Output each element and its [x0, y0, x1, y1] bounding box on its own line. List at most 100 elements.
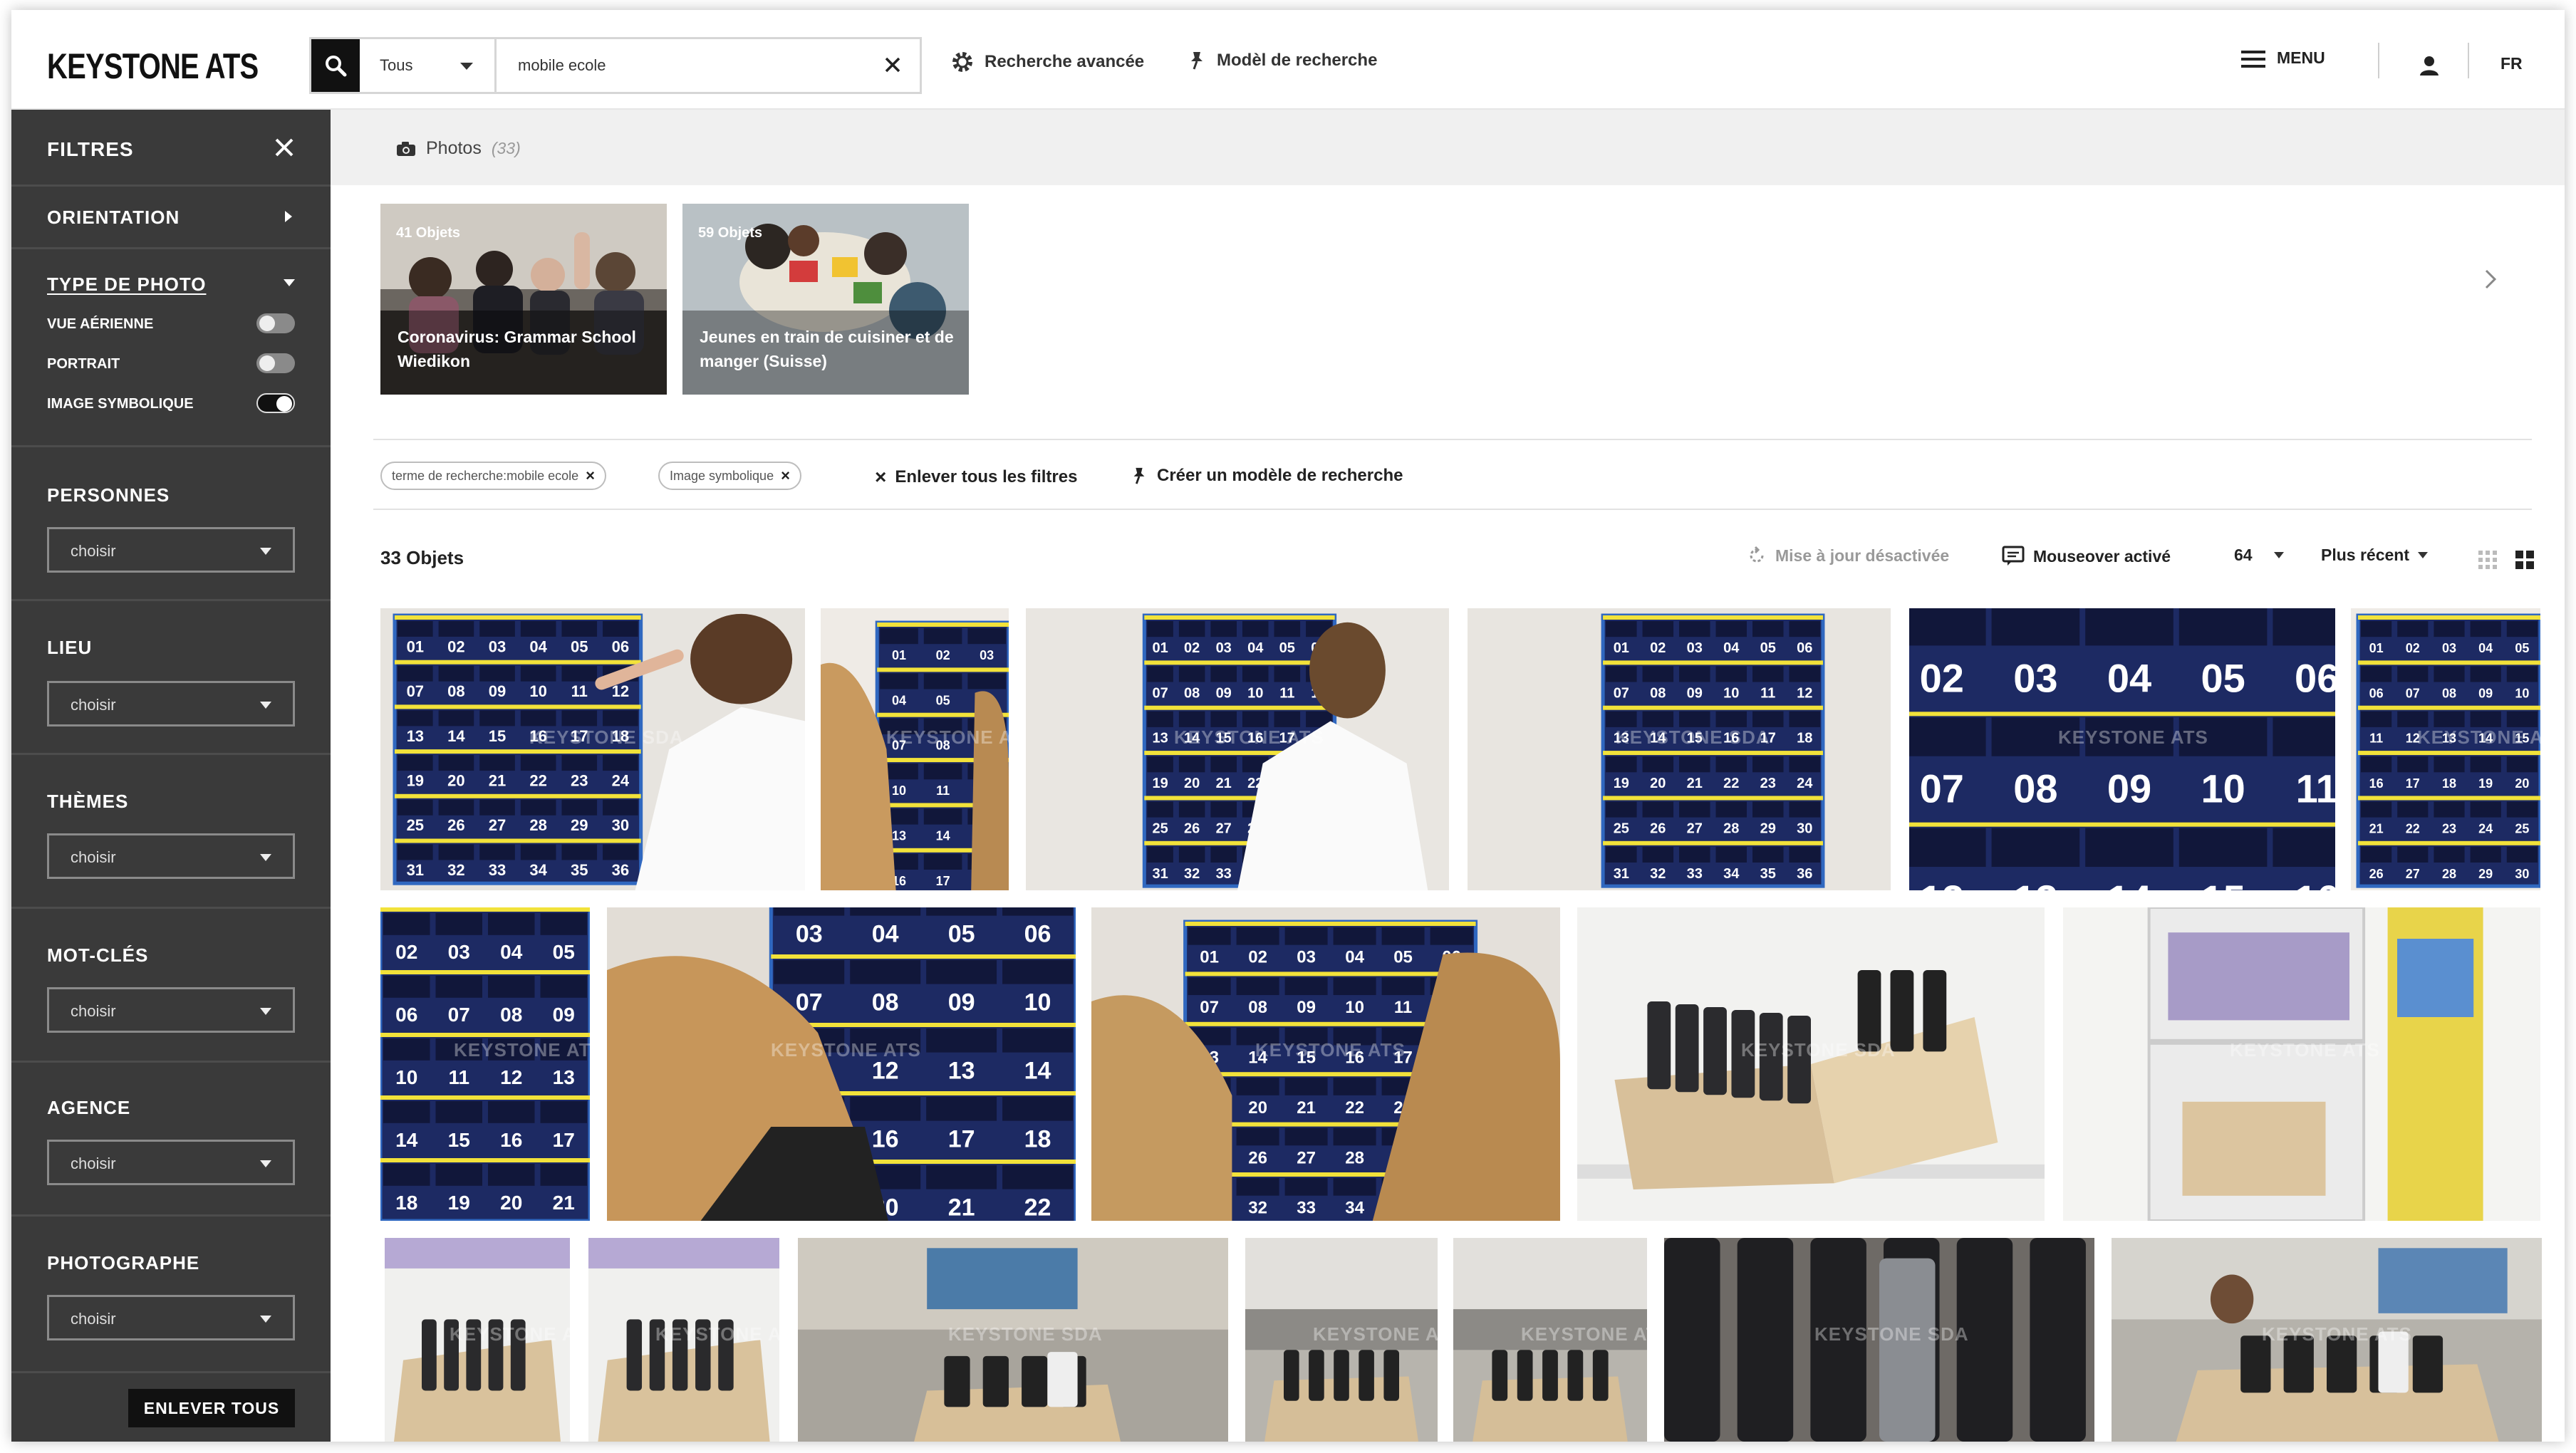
svg-text:06: 06 — [395, 1004, 417, 1026]
language-switch[interactable]: FR — [2500, 54, 2523, 73]
chevron-down-icon — [460, 63, 473, 70]
keywords-select[interactable]: choisir — [47, 987, 295, 1033]
svg-text:04: 04 — [500, 941, 523, 963]
toggle-aerial-view[interactable]: VUE AÉRIENNE — [47, 311, 295, 339]
search-input[interactable]: mobile ecole — [518, 56, 606, 75]
photographer-select[interactable]: choisir — [47, 1295, 295, 1340]
svg-text:22: 22 — [1723, 776, 1739, 791]
photos-tab[interactable]: Photos (33) — [396, 138, 521, 159]
result-thumbnail[interactable]: KEYSTONE ATS — [1245, 1238, 1438, 1442]
watermark: KEYSTONE ATS — [2058, 726, 2208, 748]
section-divider — [373, 509, 2532, 510]
search-bar: Tous mobile ecole — [309, 37, 922, 94]
result-thumbnail[interactable]: KEYSTONE SDA — [798, 1238, 1228, 1442]
result-thumbnail[interactable]: KEYSTONE ATS — [588, 1238, 779, 1442]
agency-select[interactable]: choisir — [47, 1140, 295, 1185]
result-thumbnail[interactable]: 0102030405060708091011121314151617181920… — [1468, 608, 1891, 890]
remove-all-button[interactable]: ENLEVER TOUS — [128, 1389, 295, 1427]
result-thumbnail[interactable]: KEYSTONE SDA — [1577, 907, 2045, 1221]
svg-text:04: 04 — [1723, 640, 1740, 656]
grid-large-icon[interactable] — [2515, 550, 2535, 570]
menu-button[interactable]: MENU — [2241, 48, 2325, 70]
create-template-label: Créer un modèle de recherche — [1157, 466, 1403, 485]
svg-text:08: 08 — [1184, 685, 1200, 701]
svg-text:04: 04 — [2478, 641, 2493, 655]
watermark: KEYSTONE ATS — [771, 1039, 921, 1061]
per-page-select[interactable]: 64 — [2234, 546, 2284, 565]
svg-text:24: 24 — [1797, 776, 1813, 791]
toggle-portrait[interactable]: PORTRAIT — [47, 350, 295, 379]
svg-text:20: 20 — [1248, 1098, 1267, 1118]
search-button[interactable] — [311, 39, 360, 92]
toggle-switch[interactable] — [256, 353, 295, 373]
svg-text:05: 05 — [571, 637, 588, 655]
search-scope-select[interactable]: Tous — [360, 39, 497, 92]
story-card[interactable]: 41 Objets Coronavirus: Grammar School Wi… — [380, 204, 667, 395]
user-icon[interactable] — [2418, 54, 2441, 77]
keystone-logo[interactable]: KEYSTONE ATS — [47, 46, 259, 87]
svg-text:21: 21 — [2369, 821, 2384, 835]
svg-text:29: 29 — [1760, 821, 1776, 836]
svg-text:07: 07 — [1152, 685, 1168, 701]
result-thumbnail[interactable]: 0102030405060708091011121314151617181920… — [1026, 608, 1449, 890]
svg-text:02: 02 — [2406, 641, 2420, 655]
svg-text:33: 33 — [1687, 866, 1703, 882]
close-icon[interactable] — [272, 135, 296, 160]
chevron-down-icon — [2273, 552, 2284, 558]
result-thumbnail[interactable]: 02 03 04 05 06 07 08 09 10 11 12 13 14 15 16 KEYSTONE A… — [1909, 608, 2335, 890]
svg-text:07: 07 — [1614, 685, 1629, 701]
result-thumbnail[interactable]: 0304050607080910111213141516171819202122… — [607, 907, 1076, 1221]
svg-text:02: 02 — [1248, 948, 1267, 967]
svg-text:27: 27 — [1297, 1148, 1316, 1167]
toggle-switch[interactable] — [256, 313, 295, 333]
mouseover-toggle[interactable]: Mouseover activé — [2002, 546, 2171, 567]
close-icon[interactable] — [878, 51, 907, 79]
photo-type-title[interactable]: TYPE DE PHOTO — [47, 274, 206, 296]
svg-text:11: 11 — [936, 783, 950, 798]
svg-text:33: 33 — [489, 861, 506, 879]
close-icon[interactable]: × — [586, 467, 595, 485]
themes-select[interactable]: choisir — [47, 833, 295, 879]
story-card[interactable]: 59 Objets Jeunes en train de cuisiner et… — [682, 204, 969, 395]
svg-text:08: 08 — [2442, 686, 2456, 700]
persons-select[interactable]: choisir — [47, 527, 295, 573]
toggle-switch[interactable] — [256, 393, 295, 413]
toggle-symbolic-image[interactable]: IMAGE SYMBOLIQUE — [47, 390, 295, 419]
close-icon[interactable]: × — [781, 467, 790, 485]
create-template-button[interactable]: Créer un modèle de recherche — [1130, 466, 1403, 486]
chevron-down-icon — [284, 279, 295, 286]
svg-text:25: 25 — [1152, 821, 1168, 836]
svg-text:25: 25 — [2515, 821, 2529, 835]
svg-text:35: 35 — [1760, 866, 1776, 882]
chevron-down-icon — [260, 548, 271, 555]
result-thumbnail[interactable]: 010203040506070809101112131415161718KEYS… — [821, 608, 1009, 890]
filter-orientation[interactable]: ORIENTATION — [11, 187, 331, 249]
svg-text:26: 26 — [1248, 1148, 1267, 1167]
chevron-right-icon[interactable] — [2476, 265, 2505, 293]
svg-text:09: 09 — [489, 682, 506, 700]
filter-chip[interactable]: terme de recherche:mobile ecole × — [380, 462, 606, 490]
result-thumbnail[interactable]: KEYSTONE ATS — [1453, 1238, 1647, 1442]
auto-update-toggle[interactable]: Mise à jour désactivée — [1747, 546, 1949, 566]
keywords-title: MOT-CLÉS — [47, 944, 149, 966]
result-thumbnail[interactable]: 02 03 04 05 06 07 08 09 10 11 12 13 14 15 16 17 18 19 20 21… — [380, 907, 590, 1221]
toggle-label: IMAGE SYMBOLIQUE — [47, 396, 194, 412]
result-thumbnail[interactable]: KEYSTONE ATS — [2063, 907, 2540, 1221]
result-thumbnail[interactable]: KEYSTONE SDA — [1664, 1238, 2094, 1442]
search-template-link[interactable]: Modèl de recherche — [1187, 50, 1377, 71]
filter-chip[interactable]: Image symbolique × — [658, 462, 801, 490]
result-thumbnail[interactable]: 0102030405060708091011121314151617181920… — [2351, 608, 2540, 890]
result-thumbnail[interactable]: KEYSTONE ATS — [2112, 1238, 2542, 1442]
svg-text:04: 04 — [1345, 948, 1364, 967]
sort-select[interactable]: Plus récent — [2321, 546, 2428, 565]
remove-filters-button[interactable]: × Enlever tous les filtres — [875, 466, 1077, 489]
result-thumbnail[interactable]: 0102030405060708091011121314151617181920… — [380, 608, 805, 890]
result-thumbnail[interactable]: 0102030405060708091011121314151617181920… — [1091, 907, 1560, 1221]
svg-text:04: 04 — [892, 693, 906, 707]
header-divider — [2378, 43, 2379, 78]
chevron-down-icon — [2418, 552, 2428, 558]
place-select[interactable]: choisir — [47, 681, 295, 726]
grid-small-icon[interactable] — [2478, 550, 2498, 570]
result-thumbnail[interactable]: KEYSTONE ATS — [385, 1238, 570, 1442]
advanced-search-link[interactable]: Recherche avancée — [950, 50, 1144, 74]
